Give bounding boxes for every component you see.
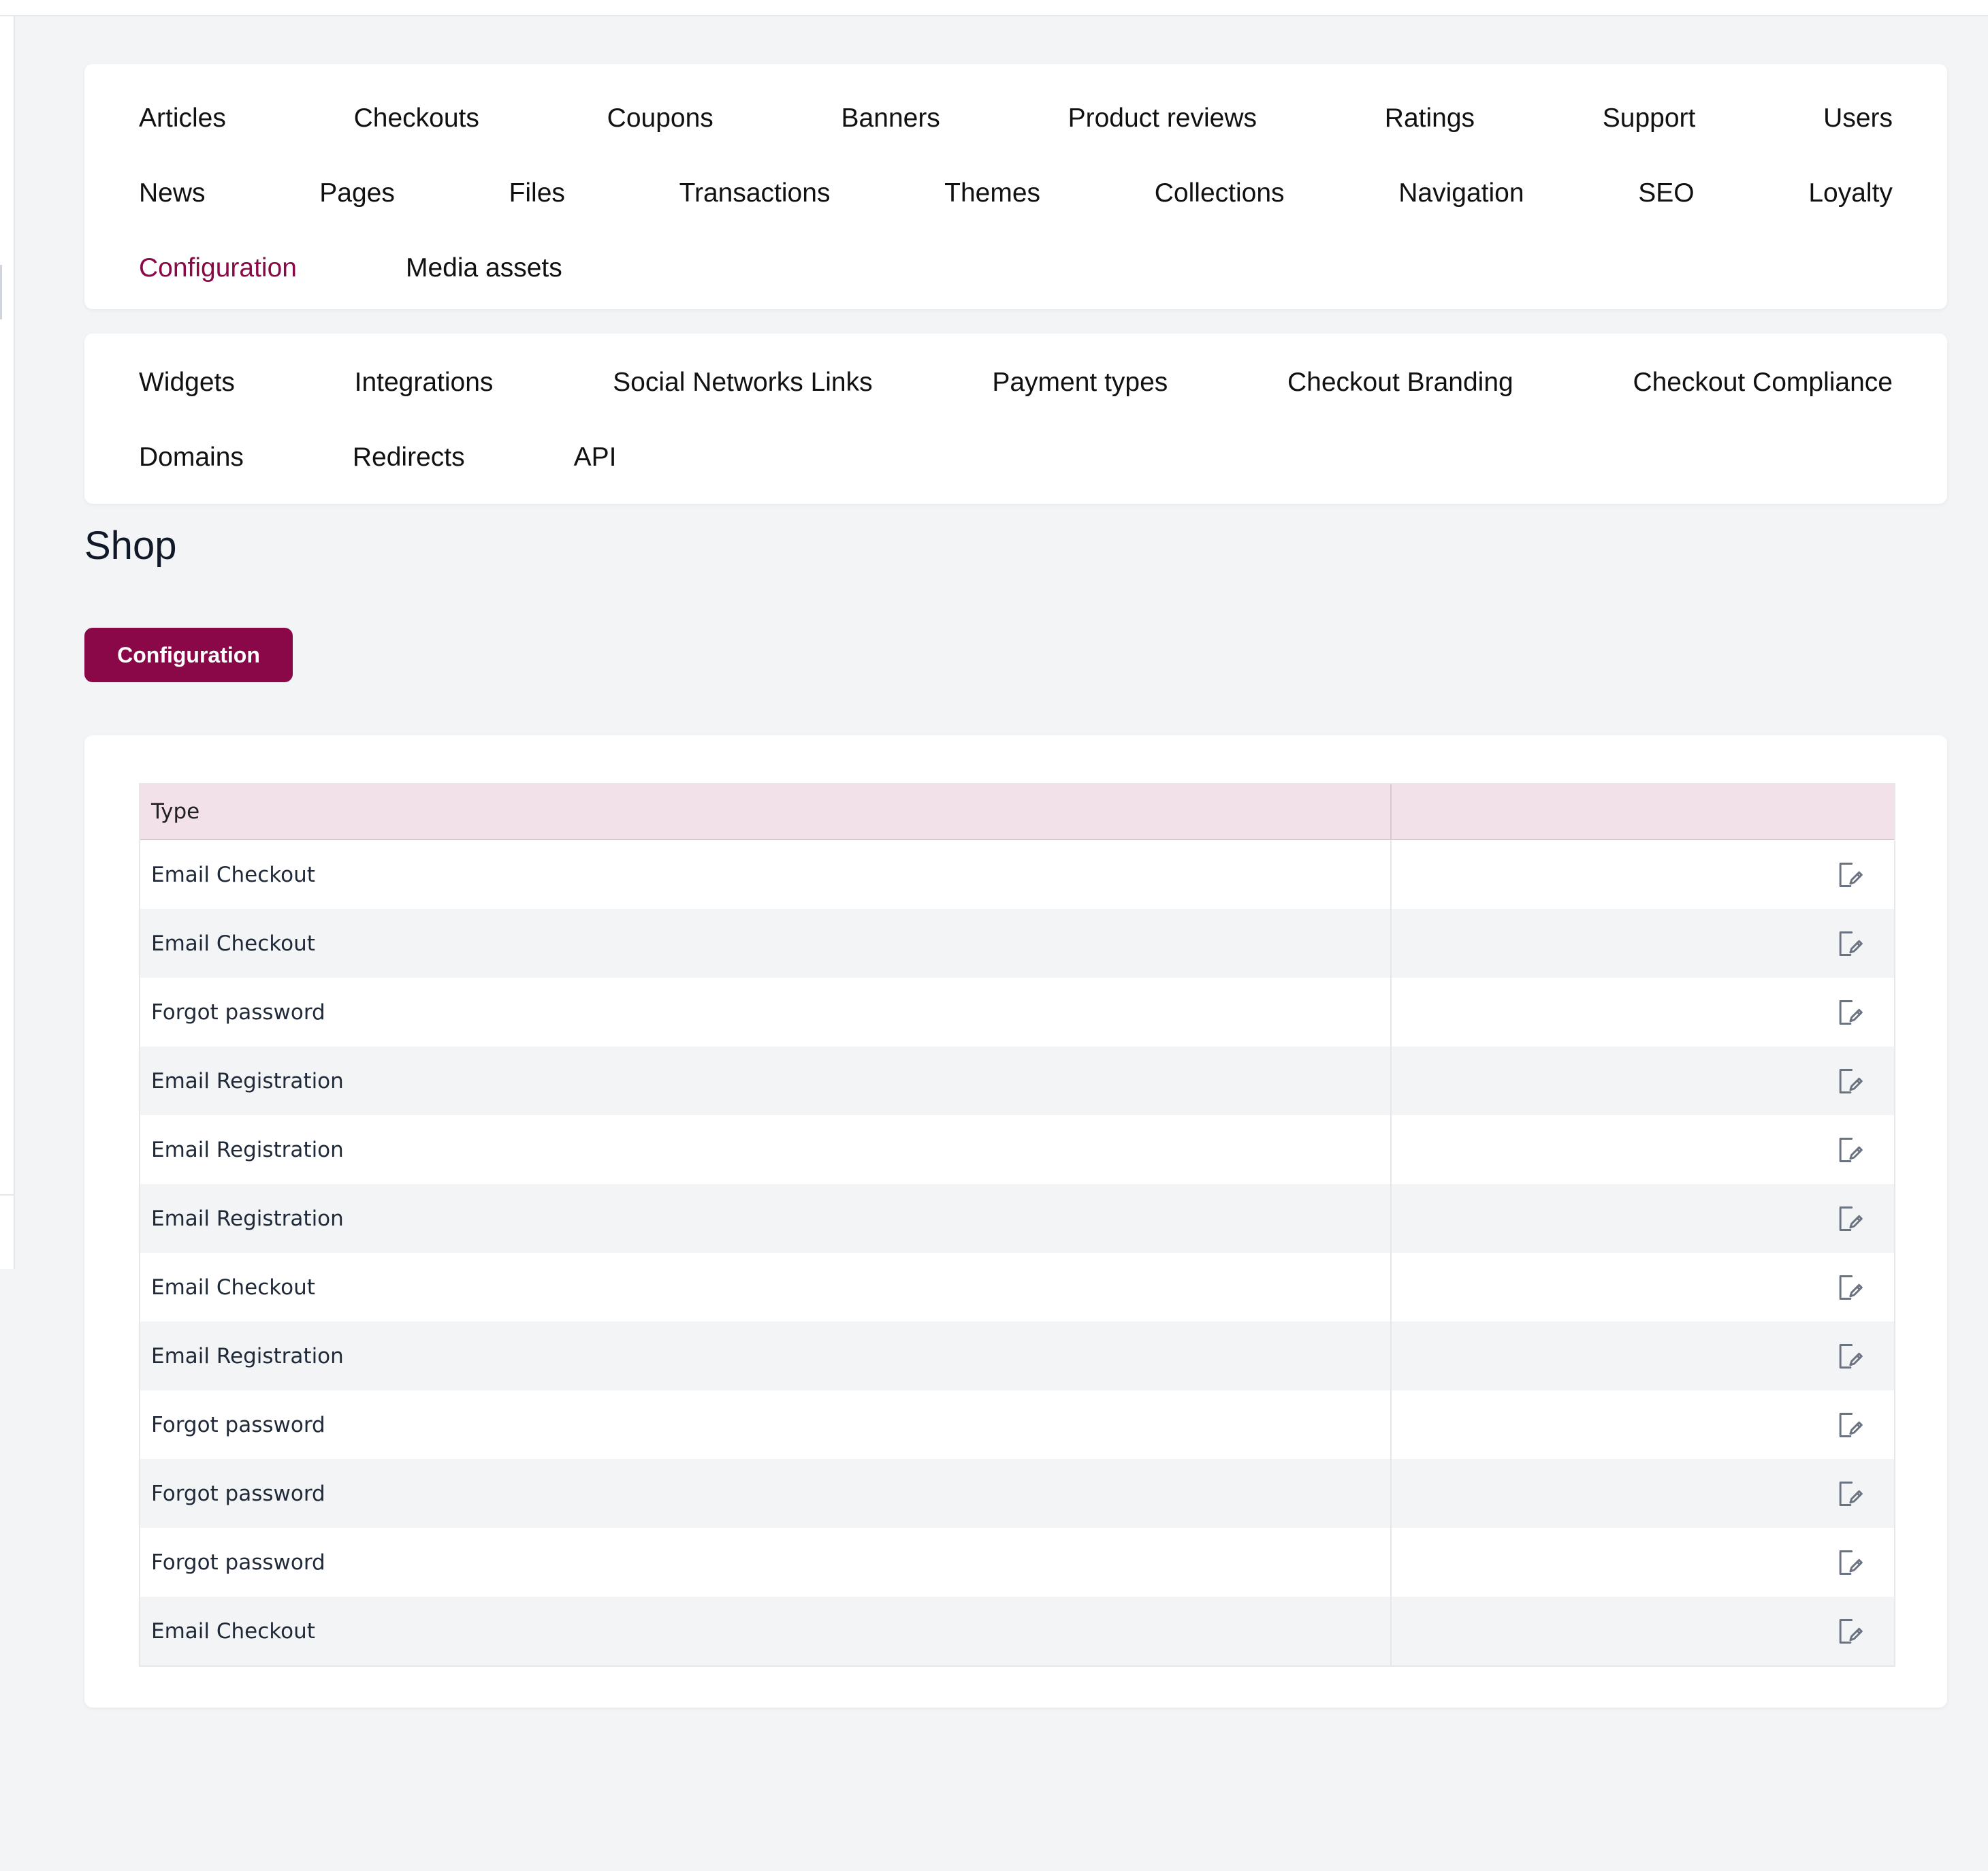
sub-nav-row-1: Widgets Integrations Social Networks Links… [139,355,1893,410]
sub-nav-row-2: Domains Redirects API [139,430,1893,485]
main-navigation: Articles Checkouts Coupons Banners Product r… [84,64,1947,309]
nav-item-coupons[interactable]: Coupons [607,103,714,133]
page-title: Shop [84,524,177,568]
table-body: Email Checkout Email Checkout Forgot passw… [140,840,1894,1665]
cell-type: Forgot password [140,978,1392,1046]
edit-icon[interactable] [1834,860,1864,890]
nav-item-banners[interactable]: Banners [841,103,940,133]
table-row: Email Checkout [140,1253,1894,1322]
edit-icon[interactable] [1834,997,1864,1027]
cell-type: Forgot password [140,1390,1392,1459]
cell-actions [1392,1459,1894,1528]
cell-type: Email Registration [140,1322,1392,1390]
cell-type: Email Registration [140,1046,1392,1115]
table-row: Email Registration [140,1115,1894,1184]
nav-item-seo[interactable]: SEO [1638,178,1694,208]
nav-item-product-reviews[interactable]: Product reviews [1068,103,1257,133]
cell-type: Email Checkout [140,909,1392,978]
subnav-item-social-networks-links[interactable]: Social Networks Links [613,368,872,398]
nav-item-navigation[interactable]: Navigation [1398,178,1524,208]
table-row: Forgot password [140,1390,1894,1459]
edit-icon[interactable] [1834,1548,1864,1578]
table-row: Forgot password [140,1528,1894,1597]
nav-item-themes[interactable]: Themes [944,178,1040,208]
cell-actions [1392,1184,1894,1253]
cell-actions [1392,909,1894,978]
column-header-actions [1392,784,1894,839]
cell-actions [1392,1322,1894,1390]
cell-type: Email Checkout [140,1253,1392,1322]
edit-icon[interactable] [1834,1341,1864,1371]
nav-item-configuration[interactable]: Configuration [139,253,297,283]
table-row: Forgot password [140,978,1894,1046]
edit-icon[interactable] [1834,1204,1864,1234]
templates-table: Type Email Checkout Email Checkout Forgot … [139,783,1895,1667]
subnav-item-api[interactable]: API [574,443,617,473]
cell-type: Email Checkout [140,840,1392,909]
main-nav-row-2: News Pages Files Transactions Themes Collecti… [139,166,1893,221]
cell-type: Email Checkout [140,1597,1392,1665]
nav-item-news[interactable]: News [139,178,206,208]
cell-actions [1392,1528,1894,1597]
nav-item-ratings[interactable]: Ratings [1385,103,1475,133]
edit-icon[interactable] [1834,1616,1864,1646]
top-bar [0,0,1988,16]
cell-actions [1392,1390,1894,1459]
table-row: Email Checkout [140,909,1894,978]
nav-item-files[interactable]: Files [509,178,565,208]
cell-actions [1392,1046,1894,1115]
nav-item-support[interactable]: Support [1603,103,1696,133]
table-row: Forgot password [140,1459,1894,1528]
nav-item-collections[interactable]: Collections [1155,178,1285,208]
templates-card: Type Email Checkout Email Checkout Forgot … [84,735,1947,1708]
nav-item-users[interactable]: Users [1823,103,1893,133]
subnav-item-integrations[interactable]: Integrations [355,368,494,398]
cell-actions [1392,840,1894,909]
left-sidebar-edge [0,16,15,1269]
edit-icon[interactable] [1834,1410,1864,1440]
table-row: Email Checkout [140,1597,1894,1665]
main-nav-row-1: Articles Checkouts Coupons Banners Product r… [139,91,1893,146]
sub-navigation: Widgets Integrations Social Networks Links… [84,334,1947,504]
cell-type: Forgot password [140,1528,1392,1597]
subnav-item-widgets[interactable]: Widgets [139,368,235,398]
main-nav-row-3: Configuration Media assets [139,241,1893,295]
table-row: Email Registration [140,1184,1894,1253]
nav-item-pages[interactable]: Pages [319,178,395,208]
table-row: Email Registration [140,1322,1894,1390]
cell-type: Email Registration [140,1115,1392,1184]
column-header-type[interactable]: Type [140,784,1392,839]
nav-item-media-assets[interactable]: Media assets [406,253,562,283]
subnav-item-domains[interactable]: Domains [139,443,244,473]
subnav-item-payment-types[interactable]: Payment types [992,368,1168,398]
edit-icon[interactable] [1834,1479,1864,1509]
cell-actions [1392,1597,1894,1665]
table-row: Email Checkout [140,840,1894,909]
table-header: Type [140,784,1894,840]
cell-actions [1392,1115,1894,1184]
nav-item-transactions[interactable]: Transactions [679,178,831,208]
nav-item-checkouts[interactable]: Checkouts [354,103,479,133]
nav-item-loyalty[interactable]: Loyalty [1808,178,1893,208]
edit-icon[interactable] [1834,1273,1864,1302]
edit-icon[interactable] [1834,929,1864,959]
configuration-button[interactable]: Configuration [84,628,293,682]
cell-actions [1392,1253,1894,1322]
nav-item-articles[interactable]: Articles [139,103,226,133]
subnav-item-checkout-branding[interactable]: Checkout Branding [1287,368,1513,398]
cell-actions [1392,978,1894,1046]
cell-type: Email Registration [140,1184,1392,1253]
edit-icon[interactable] [1834,1066,1864,1096]
table-row: Email Registration [140,1046,1894,1115]
edit-icon[interactable] [1834,1135,1864,1165]
subnav-item-checkout-compliance[interactable]: Checkout Compliance [1633,368,1893,398]
cell-type: Forgot password [140,1459,1392,1528]
subnav-item-redirects[interactable]: Redirects [353,443,465,473]
